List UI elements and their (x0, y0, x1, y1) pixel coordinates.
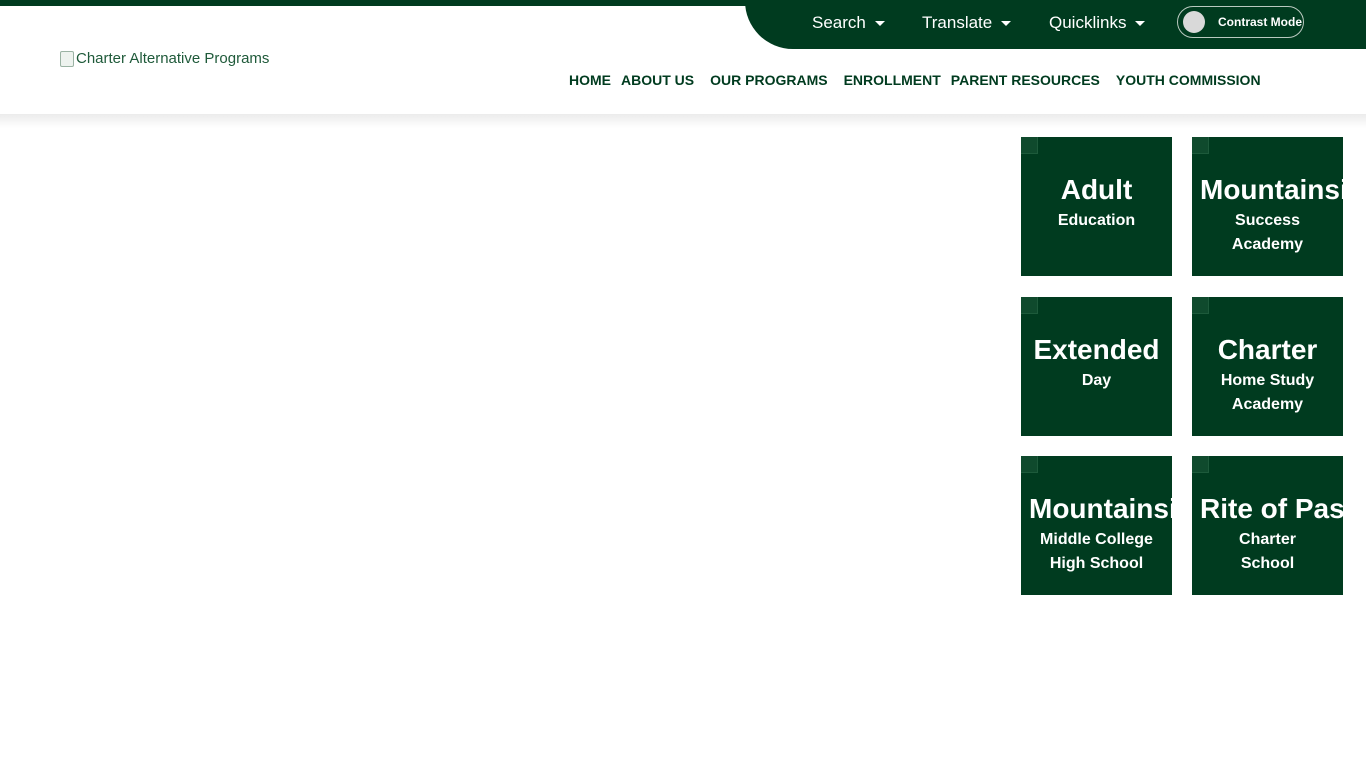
nav-item-enrollment[interactable]: ENROLLMENT (844, 72, 941, 88)
tile-title: Adult (1060, 174, 1133, 205)
tile-subtitle-line: Day (1081, 372, 1112, 389)
tile-title: Rite of Passage (1200, 493, 1343, 524)
tile-subtitle-line: School (1240, 555, 1295, 572)
tile-image (1192, 297, 1209, 314)
carousel-dot-icon[interactable] (557, 561, 569, 575)
tile-subtitle: Success Academy (1192, 209, 1343, 257)
carousel-dot-icon[interactable] (457, 561, 469, 575)
carousel-dot-icon[interactable] (497, 561, 509, 575)
tile-subtitle-line: Academy (1231, 396, 1304, 413)
nav-item-our-programs[interactable]: OUR PROGRAMS (710, 72, 833, 88)
tile-title: Mountainside (1029, 493, 1172, 524)
caret-down-icon (1135, 20, 1146, 26)
tile-subtitle: Day (1021, 369, 1172, 393)
tile-subtitle-line: Charter (1239, 531, 1296, 548)
caret-down-icon (874, 20, 885, 26)
tile-image (1021, 456, 1038, 473)
logo[interactable]: Charter Alternative Programs (60, 50, 269, 67)
nav-item-home[interactable]: HOME (569, 72, 611, 88)
carousel-dot-icon[interactable] (537, 561, 549, 575)
tile-subtitle-line: Middle College (1040, 531, 1153, 548)
translate-label: Translate (922, 13, 993, 32)
nav-item-label: PARENT RESOURCES (950, 72, 1100, 88)
tile-title: Mountainside (1200, 174, 1343, 205)
logo-alt-text: Charter Alternative Programs (76, 50, 270, 67)
tile-subtitle-line: Success (1235, 212, 1300, 229)
tile-title: Extended (1033, 334, 1160, 365)
nav-item-youth-commission[interactable]: YOUTH COMMISSION (1116, 72, 1267, 88)
tile-title: Charter (1217, 334, 1318, 365)
quicklinks-label: Quicklinks (1049, 13, 1127, 32)
program-tile-adult-education[interactable]: Adult Education (1021, 137, 1172, 276)
search-dropdown[interactable]: Search (808, 12, 885, 34)
main-nav: HOME ABOUT US OUR PROGRAMS ENROLLMENT PA… (569, 72, 1277, 88)
nav-item-label: ENROLLMENT (843, 72, 941, 88)
tile-subtitle: Charter School (1192, 528, 1343, 576)
program-tile-rite-of-passage-charter-school[interactable]: Rite of Passage Charter School (1192, 456, 1343, 595)
tile-image (1192, 456, 1209, 473)
carousel-dot-icon[interactable] (437, 561, 449, 575)
tile-subtitle: Middle College High School (1021, 528, 1172, 576)
search-label: Search (812, 13, 866, 32)
nav-item-label: ABOUT US (621, 72, 695, 88)
carousel-dot-icon[interactable] (577, 561, 589, 575)
nav-item-parent-resources[interactable]: PARENT RESOURCES (951, 72, 1106, 88)
nav-item-about-us[interactable]: ABOUT US (621, 72, 700, 88)
tile-subtitle-line: Education (1057, 212, 1136, 229)
header-shadow (0, 114, 1366, 128)
nav-item-label: OUR PROGRAMS (710, 72, 828, 88)
caret-down-icon (1001, 20, 1012, 26)
tile-subtitle-line: Academy (1231, 236, 1304, 253)
tile-subtitle: Education (1021, 209, 1172, 233)
tile-image (1021, 137, 1038, 154)
carousel-pagination (437, 561, 597, 575)
program-tile-extended-day[interactable]: Extended Day (1021, 297, 1172, 436)
broken-image-icon (60, 50, 74, 67)
carousel-dot-icon[interactable] (517, 561, 529, 575)
tile-subtitle-line: Home Study (1220, 372, 1315, 389)
tile-image (1192, 137, 1209, 154)
program-tile-charter-home-study-academy[interactable]: Charter Home Study Academy (1192, 297, 1343, 436)
contrast-mode-toggle[interactable]: Contrast Mode (1177, 6, 1304, 38)
nav-item-label: HOME (569, 72, 611, 88)
program-tile-mountainside-success-academy[interactable]: Mountainside Success Academy (1192, 137, 1343, 276)
contrast-mode-label: Contrast Mode (1218, 15, 1302, 29)
tile-image (1021, 297, 1038, 314)
translate-dropdown[interactable]: Translate (918, 12, 1012, 34)
tile-subtitle-line: High School (1049, 555, 1144, 572)
contrast-icon (1183, 11, 1205, 33)
quicklinks-dropdown[interactable]: Quicklinks (1045, 12, 1146, 34)
carousel-dot-icon[interactable] (477, 561, 489, 575)
program-tile-mountainside-middle-college[interactable]: Mountainside Middle College High School (1021, 456, 1172, 595)
nav-item-label: YOUTH COMMISSION (1115, 72, 1261, 88)
tile-subtitle: Home Study Academy (1192, 369, 1343, 417)
